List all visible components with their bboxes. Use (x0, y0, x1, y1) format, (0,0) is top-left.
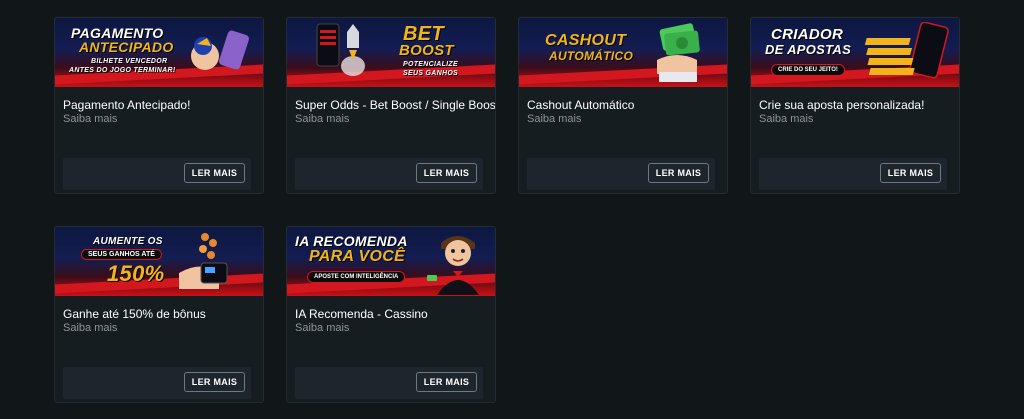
promo-subtitle: Saiba mais (63, 322, 118, 334)
promo-footer: LER MAIS (63, 158, 251, 190)
promo-title: Crie sua aposta personalizada! (759, 98, 925, 112)
banner-caption: POTENCIALIZE (403, 61, 458, 68)
promo-title: Pagamento Antecipado! (63, 98, 191, 112)
banner-tag: SEUS GANHOS ATÉ (81, 249, 162, 260)
banner-headline-2: BOOST (399, 42, 454, 59)
banner-tag: APOSTE COM INTELIGÊNCIA (307, 271, 406, 283)
banner-percentage: 150% (107, 261, 165, 286)
promo-subtitle: Saiba mais (527, 113, 582, 125)
read-more-button[interactable]: LER MAIS (416, 163, 477, 183)
promo-banner[interactable]: CASHOUT AUTOMÁTICO (519, 18, 727, 87)
banner-caption-2: ANTES DO JOGO TERMINAR! (69, 67, 176, 74)
banner-headline-2: PARA VOCÊ (309, 248, 406, 265)
promo-subtitle: Saiba mais (63, 113, 118, 125)
banner-headline: CASHOUT (545, 32, 627, 49)
promo-title: Cashout Automático (527, 98, 635, 112)
promo-footer: LER MAIS (759, 158, 947, 190)
promo-footer: LER MAIS (295, 367, 483, 399)
promo-card-pagamento-antecipado[interactable]: PAGAMENTO ANTECIPADO BILHETE VENCEDOR AN… (54, 17, 264, 194)
promo-footer: LER MAIS (295, 158, 483, 190)
promo-footer: LER MAIS (527, 158, 715, 190)
promo-banner[interactable]: PAGAMENTO ANTECIPADO BILHETE VENCEDOR AN… (55, 18, 263, 87)
banner-caption-2: SEUS GANHOS (403, 70, 459, 77)
coins-card-icon (179, 233, 228, 289)
promo-title: IA Recomenda - Cassino (295, 307, 428, 321)
money-hand-icon (657, 23, 700, 82)
promo-banner[interactable]: BET BOOST POTENCIALIZE SEUS GANHOS (287, 18, 495, 87)
mascot-icon (427, 236, 479, 295)
read-more-button[interactable]: LER MAIS (880, 163, 941, 183)
banner-tag: CRIE DO SEU JEITO! (771, 64, 845, 76)
read-more-button[interactable]: LER MAIS (648, 163, 709, 183)
promo-title: Super Odds - Bet Boost / Single Boost (295, 98, 496, 112)
banner-headline-2: DE APOSTAS (765, 42, 852, 57)
promo-footer: LER MAIS (63, 367, 251, 399)
promo-subtitle: Saiba mais (759, 113, 814, 125)
promo-title: Ganhe até 150% de bônus (63, 307, 206, 321)
promo-subtitle: Saiba mais (295, 322, 350, 334)
promo-subtitle: Saiba mais (295, 113, 350, 125)
banner-headline-2: ANTECIPADO (79, 39, 174, 55)
read-more-button[interactable]: LER MAIS (184, 372, 245, 392)
banner-headline-2: AUTOMÁTICO (549, 49, 634, 63)
promo-card-bet-boost[interactable]: BET BOOST POTENCIALIZE SEUS GANHOS Super… (286, 17, 496, 194)
read-more-button[interactable]: LER MAIS (184, 163, 245, 183)
bet-slips-icon (864, 22, 949, 79)
read-more-button[interactable]: LER MAIS (416, 372, 477, 392)
promo-card-criador-apostas[interactable]: CRIADOR DE APOSTAS CRIE DO SEU JEITO! Cr… (750, 17, 960, 194)
promo-banner[interactable]: CRIADOR DE APOSTAS CRIE DO SEU JEITO! (751, 18, 959, 87)
promotions-grid: PAGAMENTO ANTECIPADO BILHETE VENCEDOR AN… (54, 17, 960, 403)
banner-headline: IA RECOMENDA (295, 233, 408, 249)
promo-banner[interactable]: IA RECOMENDA PARA VOCÊ APOSTE COM INTELI… (287, 227, 495, 296)
banner-caption: BILHETE VENCEDOR (91, 58, 168, 65)
banner-headline: CRIADOR (771, 26, 844, 43)
banner-headline: AUMENTE OS (93, 236, 163, 247)
phone-hand-icon (191, 30, 249, 70)
promo-banner[interactable]: AUMENTE OS SEUS GANHOS ATÉ 150% (55, 227, 263, 296)
promo-card-cashout[interactable]: CASHOUT AUTOMÁTICO Cashout Automático Sa… (518, 17, 728, 194)
promo-card-bonus-150[interactable]: AUMENTE OS SEUS GANHOS ATÉ 150% Ganhe at… (54, 226, 264, 403)
phone-rocket-icon (316, 23, 365, 76)
promo-card-ia-recomenda[interactable]: IA RECOMENDA PARA VOCÊ APOSTE COM INTELI… (286, 226, 496, 403)
